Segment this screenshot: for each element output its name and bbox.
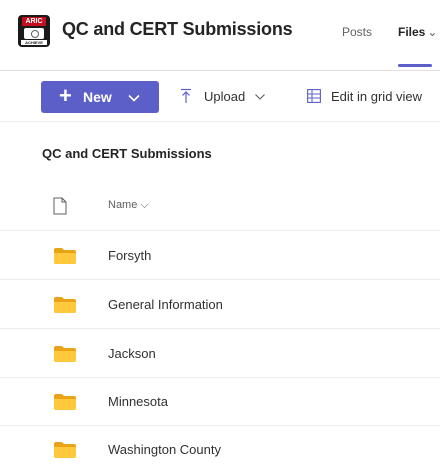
folder-name[interactable]: Forsyth (108, 248, 151, 263)
chevron-down-icon (128, 94, 140, 102)
folder-name[interactable]: Jackson (108, 346, 156, 361)
library-title[interactable]: QC and CERT Submissions (42, 146, 212, 161)
tab-posts[interactable]: Posts (342, 25, 372, 39)
upload-icon[interactable] (179, 88, 193, 104)
tab-files-label: Files (398, 25, 426, 39)
folder-name[interactable]: Minnesota (108, 394, 168, 409)
folder-row[interactable]: Washington County (0, 425, 440, 473)
tab-files-chevron-icon: ⌄ (427, 25, 438, 39)
folder-icon (54, 248, 76, 264)
folder-row[interactable]: Forsyth (0, 231, 440, 280)
sort-chevron-icon: ⌵ (140, 199, 149, 211)
name-column-label: Name (108, 199, 138, 211)
folder-name[interactable]: Washington County (108, 442, 221, 457)
folder-row[interactable]: Minnesota (0, 377, 440, 426)
folder-row[interactable]: General Information (0, 280, 440, 329)
tab-files[interactable]: Files ⌄ (398, 25, 437, 39)
logo-emblem (24, 28, 44, 39)
team-header: ARIC ACHIEVE QC and CERT Submissions Pos… (0, 0, 440, 71)
team-logo-icon[interactable]: ARIC ACHIEVE (18, 15, 50, 47)
edit-in-grid-view-button[interactable]: Edit in grid view (331, 89, 422, 104)
document-icon[interactable] (53, 197, 67, 215)
new-button[interactable]: + New (41, 81, 159, 113)
logo-text: ARIC (22, 17, 46, 26)
column-header-row: Name ⌵ (0, 180, 440, 231)
command-bar: + New Upload Edit in grid view (0, 71, 440, 122)
folder-row[interactable]: Jackson (0, 329, 440, 378)
new-button-label: New (83, 89, 112, 105)
name-column-header[interactable]: Name ⌵ (108, 199, 149, 212)
upload-chevron-down-icon[interactable] (254, 91, 266, 103)
folder-icon (54, 346, 76, 362)
plus-icon: + (59, 83, 72, 108)
folder-icon (54, 394, 76, 410)
tab-posts-label: Posts (342, 25, 373, 39)
active-tab-indicator (398, 64, 432, 67)
team-title: QC and CERT Submissions (62, 19, 293, 39)
folder-name[interactable]: General Information (108, 297, 223, 312)
grid-view-icon[interactable] (307, 89, 321, 103)
upload-button[interactable]: Upload (204, 89, 245, 104)
folder-icon (54, 297, 76, 313)
logo-subtext: ACHIEVE (21, 40, 47, 45)
folder-icon (54, 442, 76, 458)
